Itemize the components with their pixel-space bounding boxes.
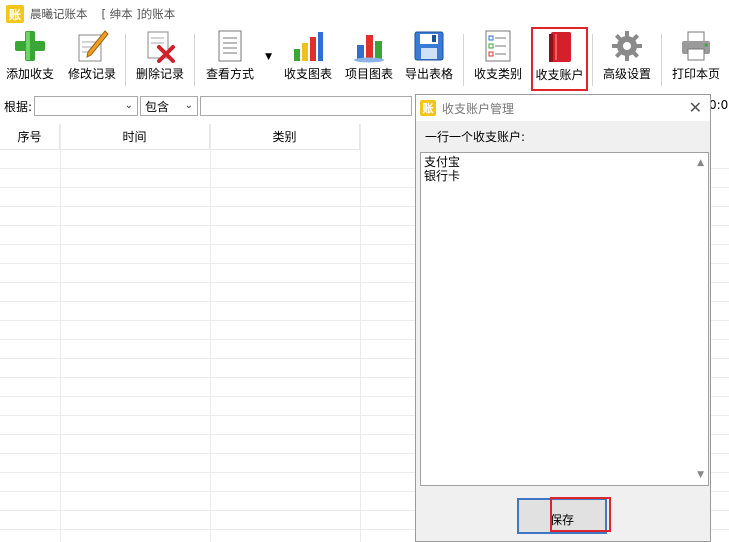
item-chart-button[interactable]: 项目图表	[341, 30, 397, 88]
income-category-button[interactable]: 收支类别	[470, 30, 526, 88]
chevron-down-icon: ⌄	[124, 100, 134, 111]
filter-label: 根据:	[4, 99, 33, 114]
bar-chart-icon	[291, 29, 325, 63]
add-record-button[interactable]: 添加收支	[2, 30, 58, 88]
3d-chart-icon	[352, 29, 386, 63]
book-name: [ 绅本 ]的账本	[101, 7, 176, 21]
app-logo-icon: 账	[6, 5, 24, 23]
dropdown-arrow-icon[interactable]: ▼	[265, 52, 272, 62]
scroll-down-icon[interactable]: ▼	[697, 468, 704, 482]
toolbar-separator	[592, 34, 593, 86]
column-header-time[interactable]: 时间	[60, 124, 210, 150]
printer-icon	[679, 29, 713, 63]
dialog-title-bar: 账 收支账户管理 ✕	[416, 95, 710, 121]
red-book-icon	[543, 30, 577, 64]
dialog-title: 收支账户管理	[442, 101, 515, 116]
time-readout: 0:0	[709, 98, 729, 112]
pencil-icon	[75, 29, 109, 63]
delete-doc-icon	[143, 29, 177, 63]
scroll-up-icon[interactable]: ▲	[697, 156, 704, 170]
delete-record-button[interactable]: 删除记录	[131, 30, 189, 88]
toolbar: 添加收支 修改记录 删除记录 查看方式 ▼ 收支图表 项目图表 导出表格 收支类…	[0, 27, 729, 91]
column-header-category[interactable]: 类别	[210, 124, 360, 150]
income-chart-button[interactable]: 收支图表	[280, 30, 336, 88]
column-header-index[interactable]: 序号	[0, 124, 60, 150]
print-page-button[interactable]: 打印本页	[668, 30, 724, 88]
chevron-down-icon: ⌄	[184, 100, 194, 111]
toolbar-separator	[463, 34, 464, 86]
view-mode-button[interactable]: 查看方式 ▼	[200, 30, 274, 88]
close-icon[interactable]: ✕	[689, 98, 702, 117]
accounts-textarea[interactable]: 支付宝 银行卡 ▲ ▼	[420, 152, 709, 486]
dialog-instruction: 一行一个收支账户:	[425, 130, 526, 144]
filter-match-select[interactable]: 包含 ⌄	[140, 96, 199, 116]
account-line: 银行卡	[424, 169, 461, 183]
income-account-button[interactable]: 收支账户	[531, 27, 588, 91]
gear-icon	[610, 29, 644, 63]
checklist-icon	[481, 29, 515, 63]
window-title: 晨曦记账本	[30, 7, 88, 21]
account-line: 支付宝	[424, 155, 461, 169]
account-management-dialog: 账 收支账户管理 ✕ 一行一个收支账户: 支付宝 银行卡 ▲ ▼ 保存	[415, 94, 711, 542]
export-table-button[interactable]: 导出表格	[401, 30, 457, 88]
export-sheet-icon	[412, 29, 446, 63]
plus-icon	[13, 29, 47, 63]
advanced-settings-button[interactable]: 高级设置	[599, 30, 655, 88]
save-highlight-box	[550, 497, 611, 532]
filter-field-select[interactable]: ⌄	[34, 96, 139, 116]
toolbar-separator	[194, 34, 195, 86]
filter-search-input[interactable]	[200, 96, 413, 116]
dialog-logo-icon: 账	[420, 100, 436, 116]
title-bar: 账 晨曦记账本 [ 绅本 ]的账本	[0, 0, 729, 28]
toolbar-separator	[125, 34, 126, 86]
toolbar-separator	[661, 34, 662, 86]
edit-record-button[interactable]: 修改记录	[64, 30, 120, 88]
grid-header: 序号 时间 类别	[0, 124, 360, 150]
document-view-icon	[213, 29, 247, 63]
